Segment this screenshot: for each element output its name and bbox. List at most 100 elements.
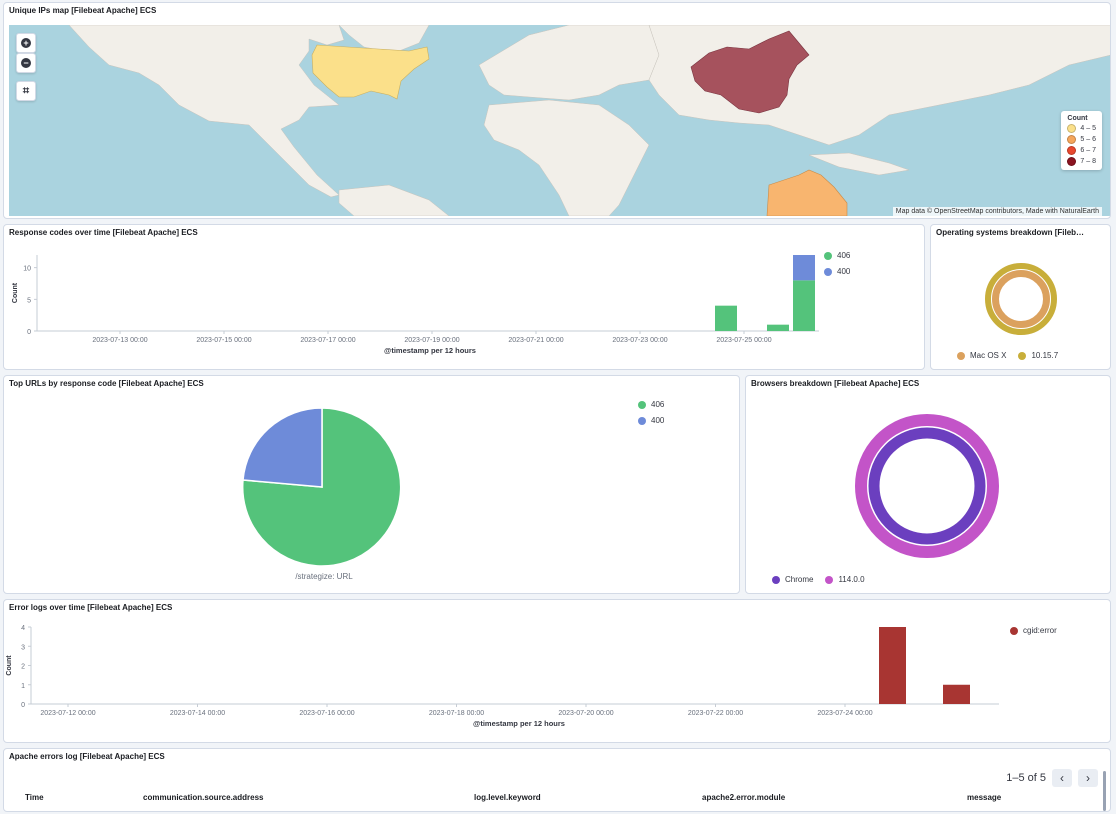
y-axis-label: Count	[6, 655, 13, 676]
map-legend-item: 7 – 8	[1067, 157, 1096, 166]
next-page-button[interactable]: ›	[1078, 769, 1098, 787]
response-codes-chart[interactable]: 0 5 10 Count 2023-07-13 00:00 2023-07-15 00:0…	[4, 241, 834, 370]
x-tick-label: 2023-07-24 00:00	[817, 710, 872, 717]
response-codes-panel: Response codes over time [Filebeat Apach…	[3, 224, 925, 370]
map-legend: Count 4 – 5 5 – 6 6 – 7 7 – 8	[1061, 111, 1102, 170]
browsers-donut-chart[interactable]	[746, 390, 1111, 580]
top-urls-pie-chart[interactable]	[4, 376, 740, 594]
x-tick-label: 2023-07-17 00:00	[300, 337, 355, 344]
bar-400	[793, 255, 815, 281]
x-tick-label: 2023-07-14 00:00	[170, 710, 225, 717]
map-attribution: Map data © OpenStreetMap contributors, M…	[892, 207, 1102, 216]
panel-title: Unique IPs map [Filebeat Apache] ECS	[9, 6, 157, 15]
legend-item[interactable]: 406	[824, 251, 850, 260]
y-tick-label: 0	[21, 702, 25, 709]
chart-legend: cgid:error	[1010, 626, 1057, 642]
chevron-left-icon: ‹	[1060, 771, 1064, 785]
x-tick-label: 2023-07-15 00:00	[196, 337, 251, 344]
column-header-message[interactable]: message	[967, 793, 1001, 802]
legend-label: 400	[837, 267, 851, 276]
x-tick-label: 2023-07-23 00:00	[612, 337, 667, 344]
legend-item[interactable]: 114.0.0	[825, 575, 865, 584]
y-tick-label: 1	[21, 683, 25, 690]
pie-caption: /strategize: URL	[295, 572, 353, 581]
map-legend-item: 4 – 5	[1067, 124, 1096, 133]
bar-cgid-error	[879, 627, 906, 704]
legend-label: Chrome	[785, 575, 814, 584]
chevron-right-icon: ›	[1086, 771, 1090, 785]
column-header-time[interactable]: Time	[25, 793, 44, 802]
os-donut-chart[interactable]	[931, 247, 1111, 347]
legend-label: cgid:error	[1023, 626, 1057, 635]
error-logs-panel: Error logs over time [Filebeat Apache] E…	[3, 599, 1111, 743]
map-legend-item: 6 – 7	[1067, 146, 1096, 155]
legend-label: 400	[651, 416, 665, 425]
legend-item[interactable]: 406	[638, 400, 664, 409]
bar-406	[793, 280, 815, 331]
column-header-module[interactable]: apache2.error.module	[702, 793, 785, 802]
legend-swatch	[1018, 351, 1027, 360]
legend-swatch	[824, 251, 832, 260]
map-legend-label: 7 – 8	[1080, 158, 1096, 165]
legend-label: 114.0.0	[838, 575, 865, 584]
y-tick-label: 2	[21, 664, 25, 671]
map-panel: Unique IPs map [Filebeat Apache] ECS + −…	[3, 2, 1111, 219]
map-legend-swatch	[1067, 157, 1077, 166]
bar-406	[767, 324, 789, 331]
prev-page-button[interactable]: ‹	[1052, 769, 1072, 787]
map-legend-swatch	[1067, 135, 1077, 144]
errors-table-panel: Apache errors log [Filebeat Apache] ECS …	[3, 748, 1111, 812]
minus-icon: −	[21, 58, 31, 68]
zoom-out-button[interactable]: −	[16, 53, 36, 73]
x-tick-label: 2023-07-18 00:00	[429, 710, 484, 717]
legend-item[interactable]: 400	[824, 267, 850, 276]
browser-ring-version	[855, 414, 999, 558]
x-tick-label: 2023-07-22 00:00	[688, 710, 743, 717]
x-tick-label: 2023-07-20 00:00	[558, 710, 613, 717]
legend-label: 406	[837, 251, 851, 260]
legend-item[interactable]: Chrome	[772, 575, 813, 584]
y-tick-label: 4	[21, 625, 25, 632]
os-panel: Operating systems breakdown [Filebeat Ap…	[930, 224, 1111, 370]
legend-item[interactable]: cgid:error	[1010, 626, 1057, 635]
panel-title: Browsers breakdown [Filebeat Apache] ECS	[751, 379, 920, 388]
legend-item[interactable]: 10.15.7	[1018, 351, 1058, 360]
chart-legend: Mac OS X 10.15.7	[957, 351, 1070, 360]
bar-406	[715, 305, 737, 331]
panel-title: Apache errors log [Filebeat Apache] ECS	[9, 752, 165, 761]
x-tick-label: 2023-07-16 00:00	[299, 710, 354, 717]
legend-swatch	[825, 575, 834, 584]
x-axis-label: @timestamp per 12 hours	[384, 346, 476, 355]
error-logs-chart[interactable]: 0 1 2 3 4 Count 2023-07-12 00:00 2023-07-14 00:…	[4, 616, 1004, 743]
chart-legend: 406 400	[638, 400, 664, 432]
os-ring-name	[992, 270, 1050, 328]
y-tick-label: 3	[21, 644, 25, 651]
legend-item[interactable]: 400	[638, 416, 664, 425]
browser-ring-name	[868, 427, 986, 545]
column-header-log-level[interactable]: log.level.keyword	[474, 793, 541, 802]
map-legend-item: 5 – 6	[1067, 135, 1096, 144]
legend-swatch	[772, 575, 780, 584]
legend-item[interactable]: Mac OS X	[957, 351, 1006, 360]
pagination-count[interactable]: 1–5 of 5	[1006, 772, 1046, 784]
legend-swatch	[638, 416, 646, 425]
world-map[interactable]	[9, 25, 1111, 216]
legend-swatch	[824, 267, 832, 276]
zoom-in-button[interactable]: +	[16, 33, 36, 53]
table-scrollbar[interactable]	[1103, 771, 1106, 811]
chart-legend: Chrome 114.0.0	[772, 575, 877, 584]
column-header-source-address[interactable]: communication.source.address	[143, 793, 263, 802]
crop-icon: ⌗	[22, 84, 30, 97]
pagination: 1–5 of 5 ‹ ›	[1006, 769, 1098, 787]
map-legend-label: 4 – 5	[1080, 125, 1096, 132]
plus-icon: +	[21, 38, 31, 48]
x-tick-label: 2023-07-19 00:00	[404, 337, 459, 344]
browsers-panel: Browsers breakdown [Filebeat Apache] ECS…	[745, 375, 1111, 594]
panel-title: Error logs over time [Filebeat Apache] E…	[9, 603, 173, 612]
map-legend-label: 6 – 7	[1080, 147, 1096, 154]
legend-label: Mac OS X	[970, 351, 1007, 360]
legend-label: 406	[651, 400, 665, 409]
legend-swatch	[1010, 626, 1018, 635]
bar-cgid-error	[943, 684, 970, 704]
crop-button[interactable]: ⌗	[16, 81, 36, 101]
